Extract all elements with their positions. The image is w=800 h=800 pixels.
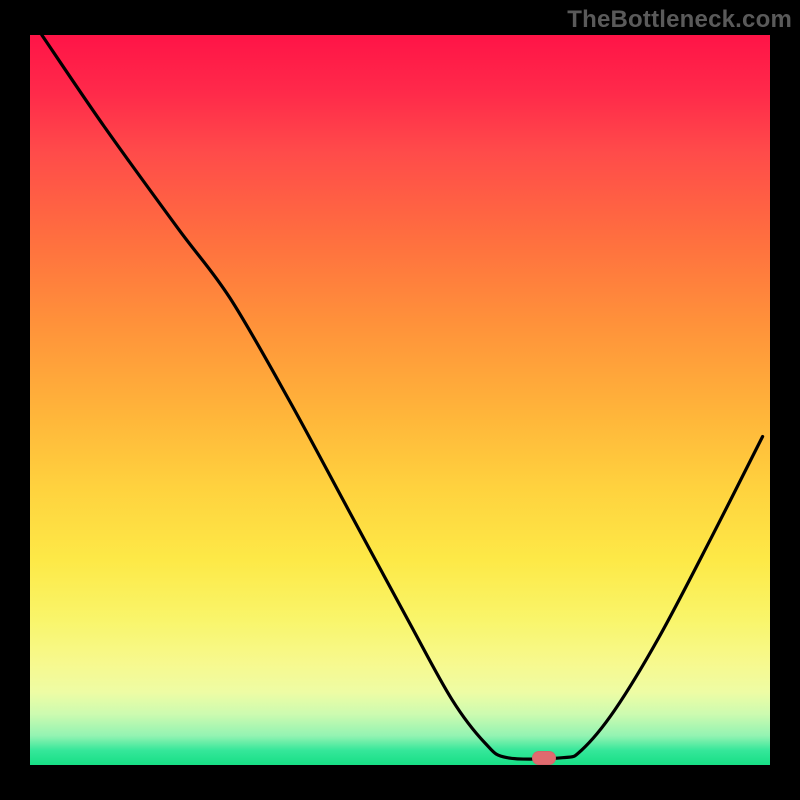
plot-area [30,35,770,765]
watermark-text: TheBottleneck.com [567,6,792,34]
bottleneck-curve-path [42,35,763,759]
optimal-point-marker [532,751,556,765]
chart-stage: TheBottleneck.com [0,0,800,800]
curve-svg [30,35,770,765]
